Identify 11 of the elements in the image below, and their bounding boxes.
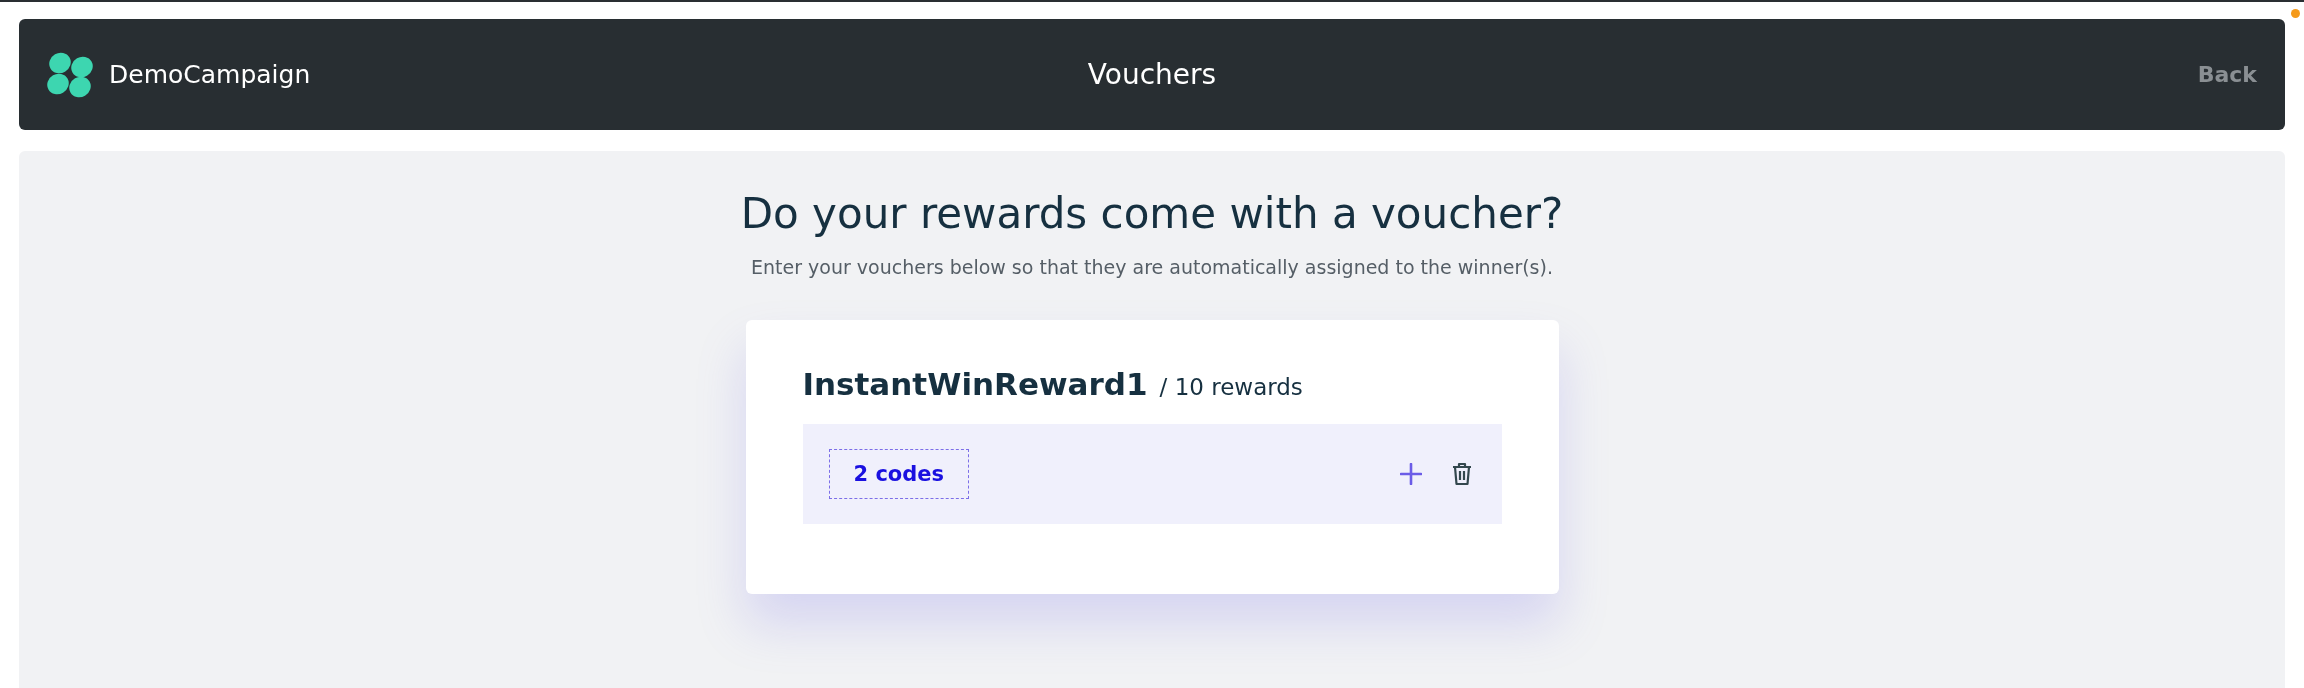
page-title: Vouchers (1087, 58, 1217, 91)
campaign-name: DemoCampaign (109, 60, 311, 89)
reward-count: / 10 rewards (1159, 374, 1303, 400)
heading: Do your rewards come with a voucher? (740, 189, 1564, 238)
trash-icon[interactable] (1451, 462, 1472, 486)
codes-button[interactable]: 2 codes (828, 449, 970, 499)
notification-dot (2291, 9, 2300, 18)
reward-name: InstantWinReward1 (802, 366, 1148, 402)
plus-icon[interactable] (1399, 463, 1422, 485)
back-link[interactable]: Back (2197, 62, 2257, 87)
subtitle: Enter your vouchers below so that they are automatically assigned to the winner(s). (751, 256, 1553, 278)
